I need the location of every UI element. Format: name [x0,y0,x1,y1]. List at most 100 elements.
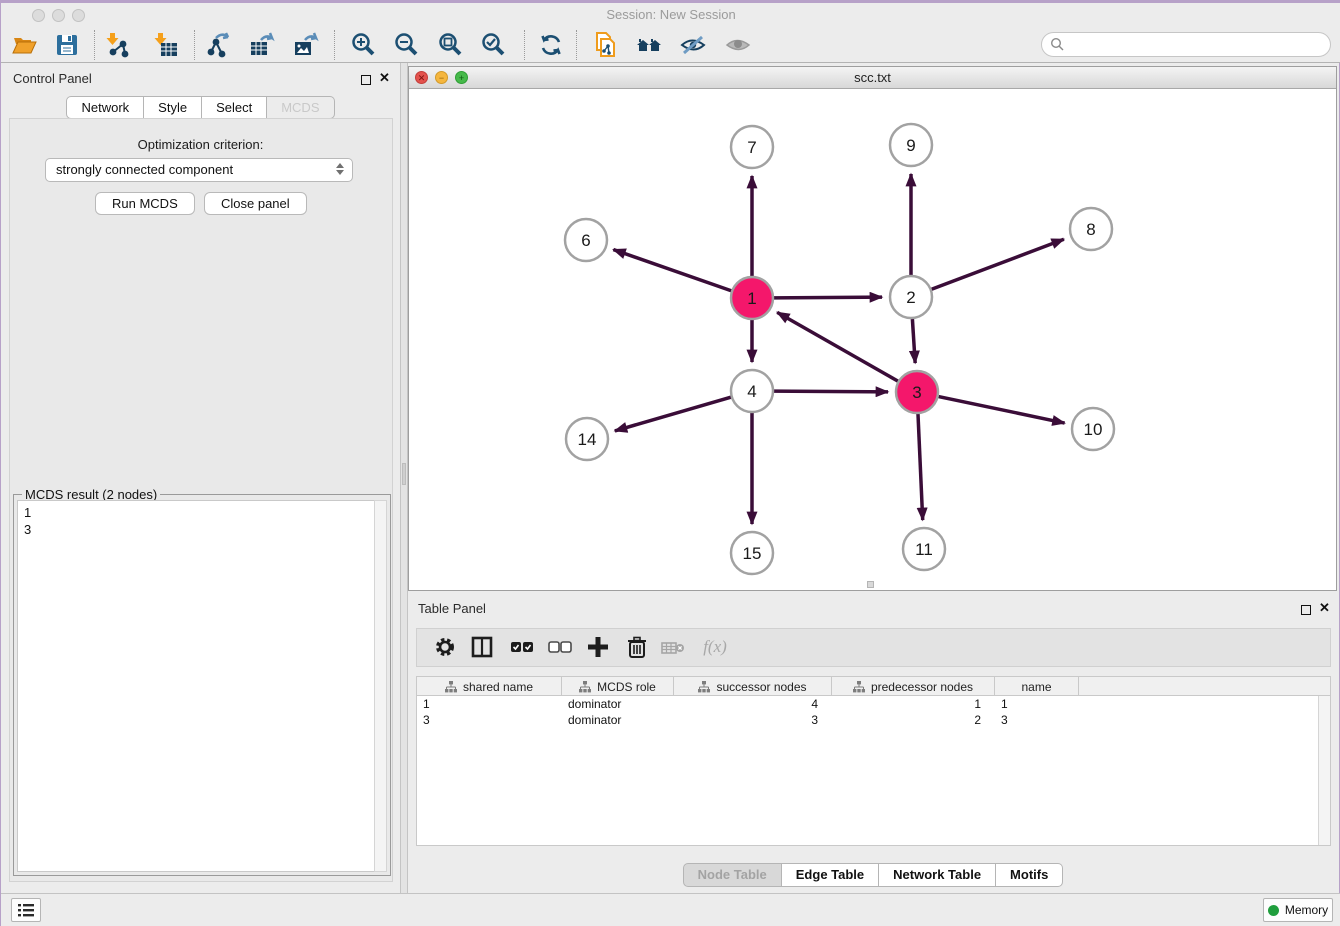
graph-node-label: 8 [1086,220,1095,239]
tab-network[interactable]: Network [66,96,144,119]
task-list-icon [18,903,34,917]
minimize-window-button[interactable] [52,9,65,22]
cell-predecessor-nodes[interactable]: 1 [832,696,995,712]
duplicate-network-icon[interactable] [593,32,619,58]
column-header-name[interactable]: name [995,677,1079,696]
cell-successor-nodes[interactable]: 4 [674,696,832,712]
table-panel-header: Table Panel ✕ [408,595,1338,621]
cell-shared-name[interactable]: 3 [417,712,562,728]
float-panel-icon[interactable] [361,72,371,90]
float-table-panel-icon[interactable] [1301,602,1311,620]
import-network-icon[interactable] [105,32,131,58]
home-neighbors-icon[interactable] [636,32,662,58]
table-toolbar: f(x) [416,628,1331,667]
column-header-successor-nodes[interactable]: successor nodes [674,677,832,696]
table-row[interactable]: 3 dominator 3 2 3 [417,712,1330,728]
cell-name[interactable]: 3 [995,712,1079,728]
close-panel-button[interactable]: Close panel [204,192,307,215]
delete-table-icon[interactable] [660,635,686,661]
graph-node-label: 6 [581,231,590,250]
graph-edge-4-3[interactable] [774,391,888,392]
table-settings-gear-icon[interactable] [432,635,458,661]
tab-node-table[interactable]: Node Table [683,863,782,887]
result-scrollbar[interactable] [374,500,387,872]
show-all-eye-icon[interactable] [725,32,751,58]
table-scrollbar[interactable] [1318,696,1330,845]
network-resize-grip[interactable] [867,581,874,588]
graph-edge-2-8[interactable] [932,239,1064,289]
column-header-predecessor-nodes[interactable]: predecessor nodes [832,677,995,696]
cell-mcds-role[interactable]: dominator [562,696,674,712]
graph-edge-1-6[interactable] [613,250,731,291]
close-window-button[interactable] [32,9,45,22]
zoom-selected-icon[interactable] [480,32,506,58]
graph-edge-4-14[interactable] [615,397,731,431]
graph-edge-3-1[interactable] [777,312,898,381]
dropdown-stepper-icon [336,163,344,175]
network-minimize-icon[interactable]: − [435,71,448,84]
node-table: shared name MCDS role successor nodes pr… [416,676,1331,846]
search-field[interactable] [1041,32,1331,57]
hide-selected-eye-icon[interactable] [680,32,706,58]
task-history-button[interactable] [11,898,41,922]
deselect-all-rows-icon[interactable] [547,635,573,661]
memory-button[interactable]: Memory [1263,898,1333,922]
cell-name[interactable]: 1 [995,696,1079,712]
table-panel-tabs: Node Table Edge Table Network Table Moti… [408,863,1338,887]
table-panel-title: Table Panel [418,601,486,616]
mcds-result-list[interactable]: 1 3 [17,500,375,872]
cell-shared-name[interactable]: 1 [417,696,562,712]
column-header-shared-name[interactable]: shared name [417,677,562,696]
tab-motifs[interactable]: Motifs [996,863,1063,887]
close-table-panel-icon[interactable]: ✕ [1319,601,1330,615]
network-canvas[interactable]: 7968124314101511 [409,89,1336,590]
select-all-rows-icon[interactable] [509,635,535,661]
add-column-icon[interactable] [585,635,611,661]
app-titlebar: Session: New Session [1,3,1340,27]
table-row[interactable]: 1 dominator 4 1 1 [417,696,1330,712]
optimization-criterion-label: Optimization criterion: [1,137,400,152]
graph-edge-3-11[interactable] [918,414,923,520]
open-session-icon[interactable] [12,32,38,58]
export-network-icon[interactable] [206,32,232,58]
export-table-icon[interactable] [249,32,275,58]
zoom-in-icon[interactable] [350,32,376,58]
toolbar-separator [334,30,335,60]
refresh-icon[interactable] [538,32,564,58]
graph-edge-3-10[interactable] [939,397,1065,424]
network-close-icon[interactable]: ✕ [415,71,428,84]
tree-icon [853,681,865,693]
network-maximize-icon[interactable]: + [455,71,468,84]
graph-edge-2-3[interactable] [912,319,915,363]
close-panel-icon[interactable]: ✕ [379,71,390,85]
graph-edge-1-2[interactable] [774,297,882,298]
zoom-window-button[interactable] [72,9,85,22]
export-image-icon[interactable] [293,32,319,58]
network-title: scc.txt [409,67,1336,89]
show-columns-icon[interactable] [469,635,495,661]
search-icon [1050,37,1065,52]
tab-style[interactable]: Style [144,96,202,119]
zoom-out-icon[interactable] [393,32,419,58]
import-table-icon[interactable] [153,32,179,58]
save-session-icon[interactable] [54,32,80,58]
tab-edge-table[interactable]: Edge Table [782,863,879,887]
cell-successor-nodes[interactable]: 3 [674,712,832,728]
tab-select[interactable]: Select [202,96,267,119]
column-header-mcds-role[interactable]: MCDS role [562,677,674,696]
zoom-fit-icon[interactable] [437,32,463,58]
delete-column-trash-icon[interactable] [624,635,650,661]
status-bar: Memory [1,893,1340,926]
run-mcds-button[interactable]: Run MCDS [95,192,195,215]
cell-mcds-role[interactable]: dominator [562,712,674,728]
tab-mcds[interactable]: MCDS [267,96,334,119]
criterion-dropdown[interactable]: strongly connected component [45,158,353,182]
network-window-titlebar[interactable]: ✕ − + scc.txt [409,67,1336,89]
tab-network-table[interactable]: Network Table [879,863,996,887]
criterion-value: strongly connected component [56,162,233,177]
cell-predecessor-nodes[interactable]: 2 [832,712,995,728]
search-input[interactable] [1065,37,1315,52]
function-builder-icon[interactable]: f(x) [695,635,735,661]
splitter-grip[interactable] [402,463,406,485]
panel-splitter[interactable] [400,63,408,893]
